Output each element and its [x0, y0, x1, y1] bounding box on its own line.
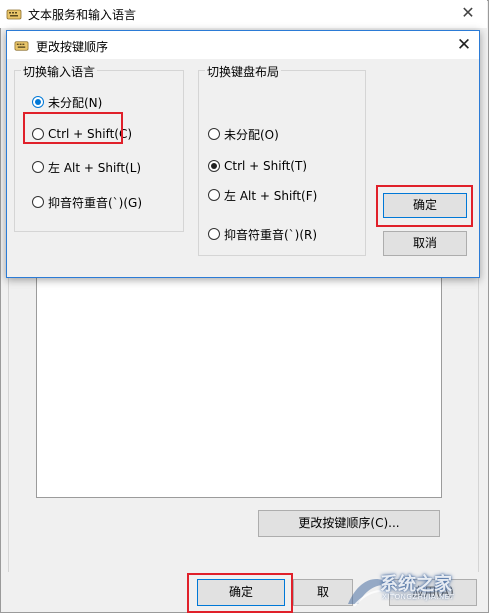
radio-label: Ctrl + Shift(C) [48, 127, 133, 141]
background-window-title: 文本服务和输入语言 [28, 8, 137, 22]
switch-keyboard-layout-group: 切换键盘布局 未分配(O) Ctrl + Shift(T) 左 Alt + Sh… [198, 63, 366, 256]
radio-button[interactable] [32, 196, 44, 208]
radio-option-grave-accent[interactable]: 抑音符重音(`)(G) [32, 193, 142, 211]
radio-label: 左 Alt + Shift(F) [224, 188, 318, 203]
watermark-subtext: XITONGZHIJIA.NET [382, 593, 455, 601]
radio-button[interactable] [208, 128, 220, 140]
group-title: 切换键盘布局 [205, 63, 282, 80]
radio-option-unassigned[interactable]: 未分配(O) [208, 125, 279, 143]
radio-option-grave-accent[interactable]: 抑音符重音(`)(R) [208, 225, 317, 243]
installed-services-list[interactable] [36, 272, 442, 498]
keyboard-icon [6, 9, 22, 20]
radio-button[interactable] [32, 96, 44, 108]
radio-label: 未分配(O) [224, 127, 279, 142]
radio-option-left-alt-shift[interactable]: 左 Alt + Shift(L) [32, 158, 141, 176]
radio-label: 抑音符重音(`)(G) [48, 195, 143, 210]
radio-option-ctrl-shift[interactable]: Ctrl + Shift(T) [208, 157, 307, 175]
radio-label: 抑音符重音(`)(R) [224, 227, 318, 242]
keyboard-icon [14, 41, 29, 51]
change-key-sequence-button[interactable]: 更改按键顺序(C)... [258, 510, 440, 537]
group-title: 切换输入语言 [21, 63, 98, 80]
switch-input-language-group: 切换输入语言 未分配(N) Ctrl + Shift(C) 左 Alt + Sh… [14, 63, 184, 232]
radio-button[interactable] [32, 161, 44, 173]
dialog-cancel-button[interactable]: 取消 [383, 231, 467, 256]
radio-option-left-alt-shift[interactable]: 左 Alt + Shift(F) [208, 186, 317, 204]
dialog-ok-button[interactable]: 确定 [383, 193, 467, 218]
radio-button[interactable] [32, 128, 44, 140]
radio-label: 左 Alt + Shift(L) [48, 160, 142, 175]
radio-button[interactable] [208, 228, 220, 240]
radio-button[interactable] [208, 189, 220, 201]
radio-option-ctrl-shift[interactable]: Ctrl + Shift(C) [32, 125, 132, 143]
dialog-title: 更改按键顺序 [36, 40, 109, 54]
radio-label: Ctrl + Shift(T) [224, 159, 308, 173]
radio-label: 未分配(N) [48, 95, 103, 110]
close-icon[interactable]: ✕ [453, 34, 475, 56]
radio-option-unassigned[interactable]: 未分配(N) [32, 93, 102, 111]
radio-button[interactable] [208, 160, 220, 172]
background-ok-button[interactable]: 确定 [197, 579, 285, 606]
close-icon[interactable]: ✕ [455, 2, 481, 24]
